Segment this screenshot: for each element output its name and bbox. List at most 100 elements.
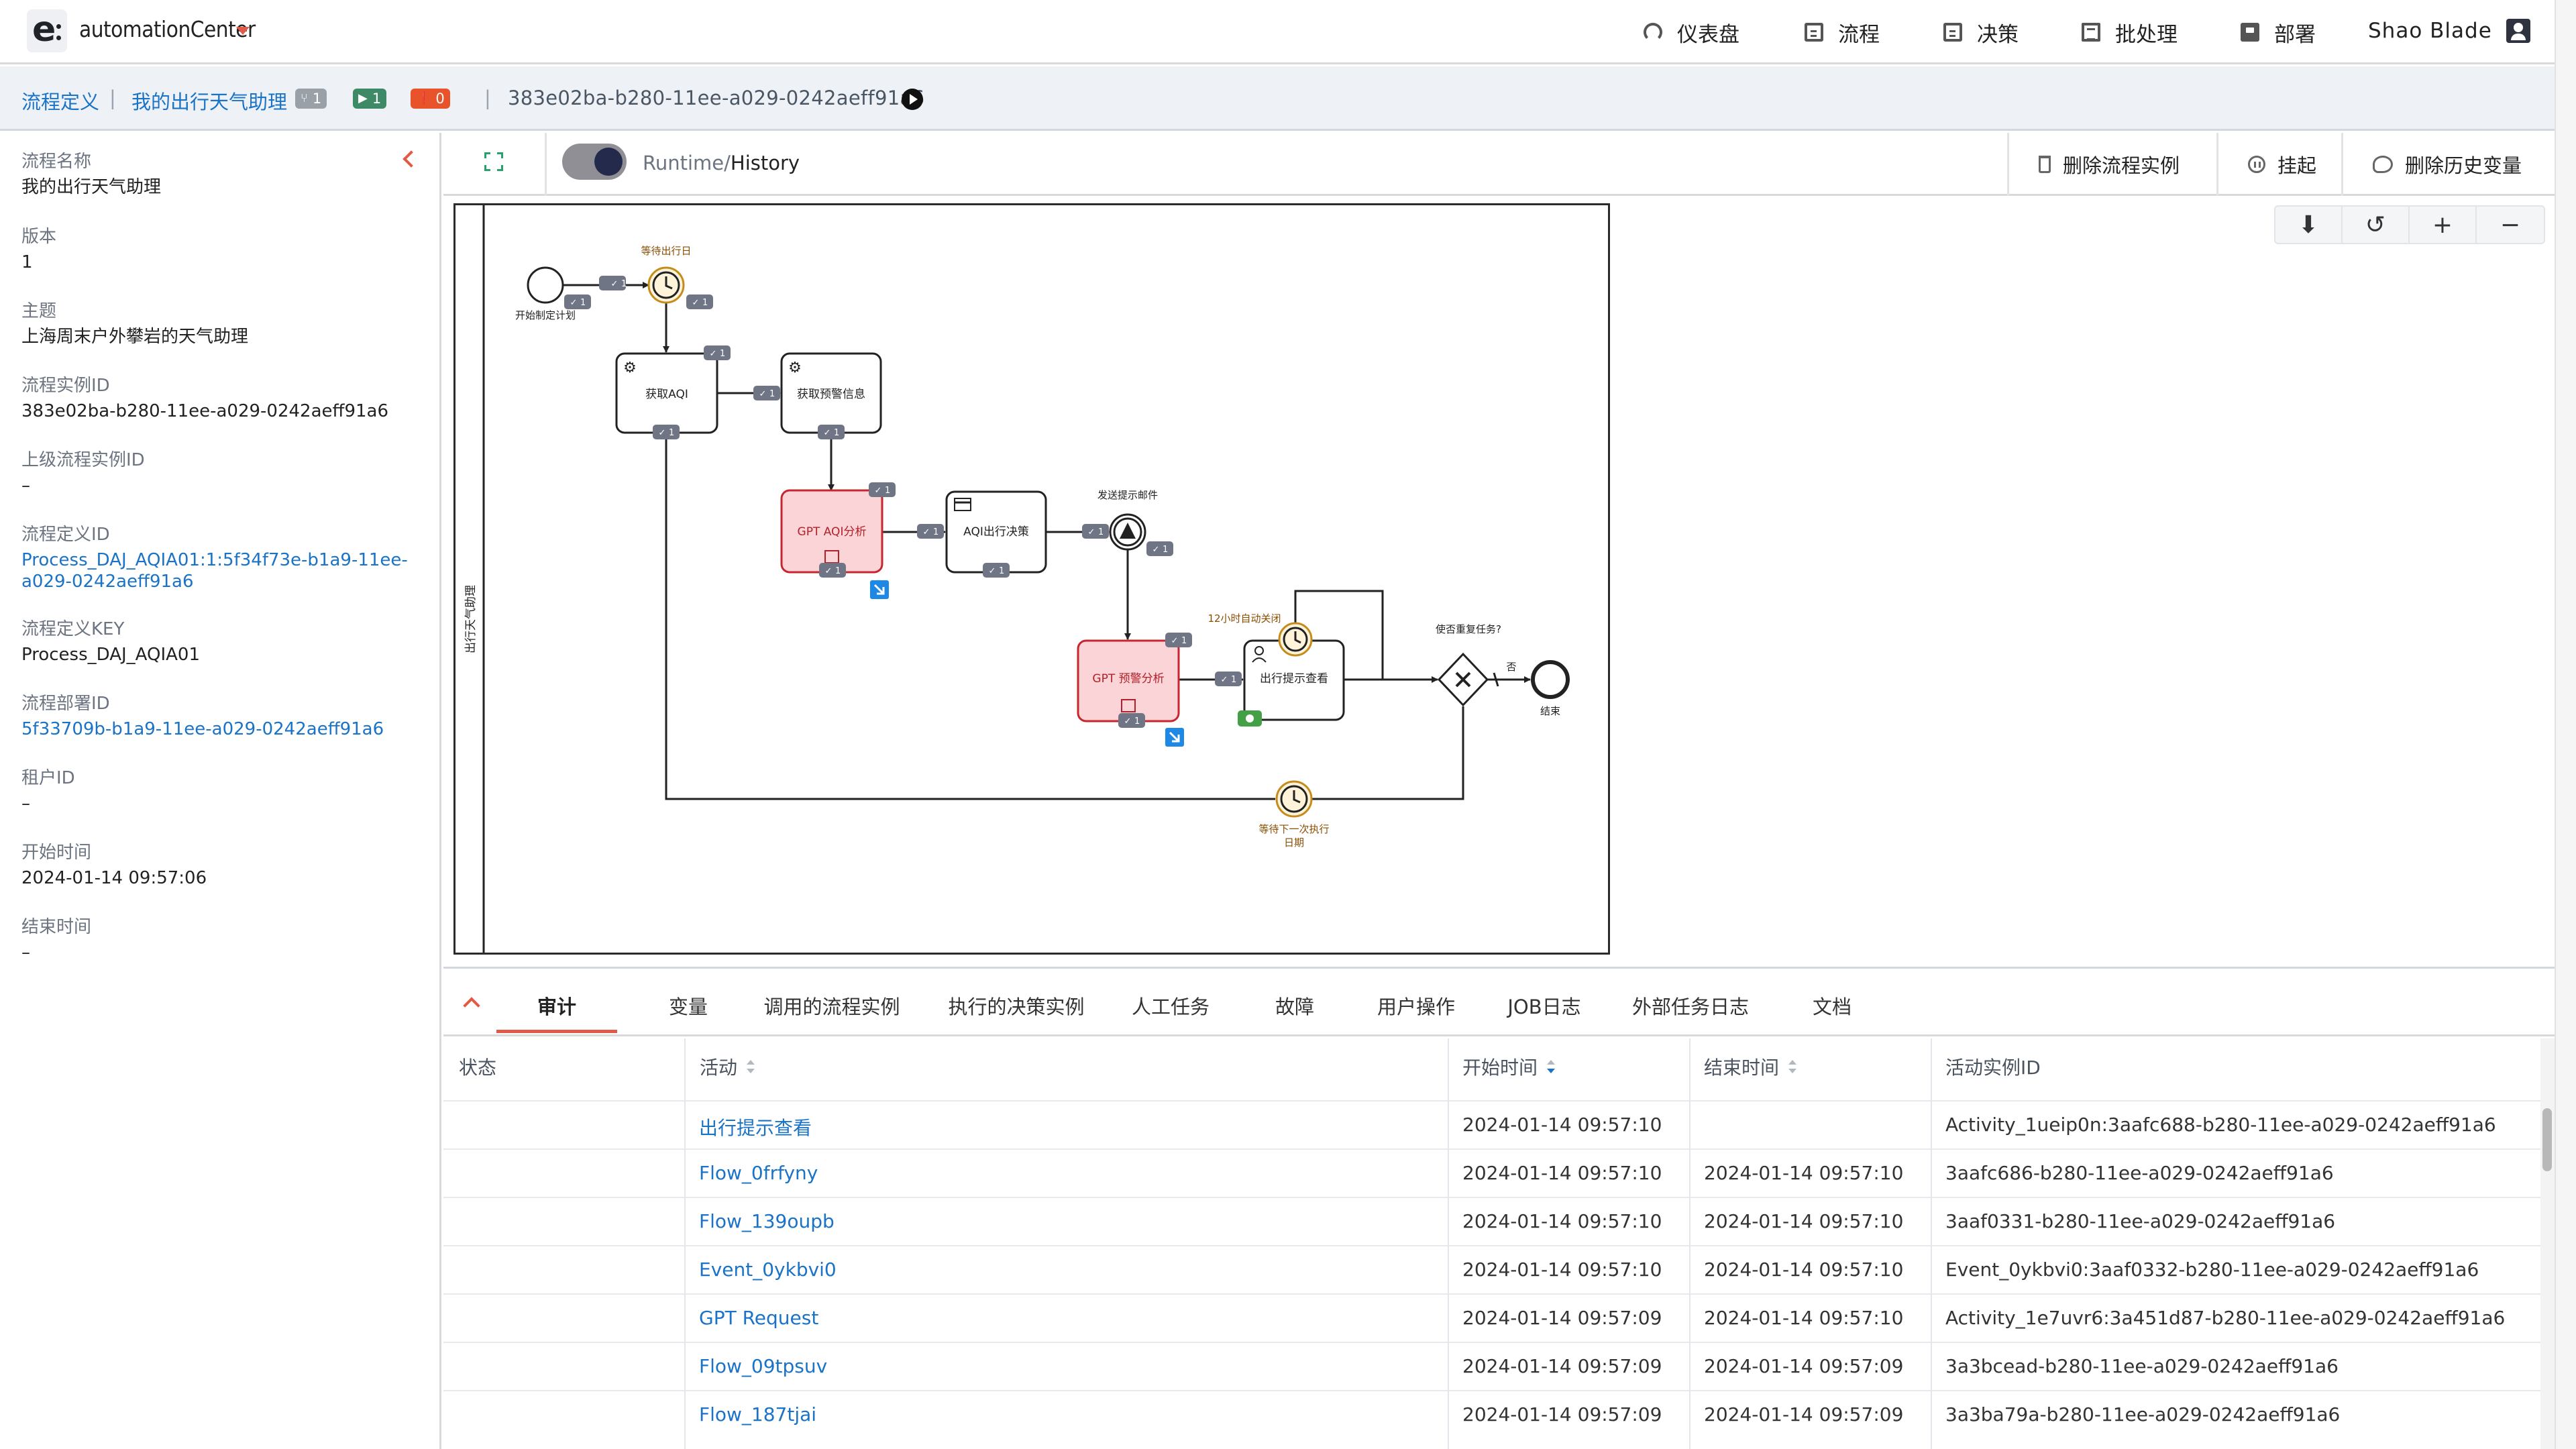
svg-text:✓: ✓ — [659, 428, 666, 438]
table-scroll-thumb[interactable] — [2542, 1108, 2552, 1171]
suspend-button[interactable]: 挂起 — [2216, 133, 2341, 196]
activity-instance-id-cell: 3a3ba79a-b280-11ee-a029-0242aeff91a6 — [1945, 1403, 2341, 1426]
zoom-in-button[interactable]: + — [2410, 207, 2477, 243]
col-header-activity[interactable]: 活动 — [700, 1053, 755, 1080]
delete-history-vars-button[interactable]: 删除历史变量 — [2341, 133, 2555, 196]
reset-zoom-button[interactable]: ↺ — [2343, 207, 2410, 243]
breadcrumb-process[interactable]: 我的出行天气助理 — [131, 87, 287, 115]
app-logo[interactable]: e — [27, 9, 67, 52]
svg-text:1: 1 — [933, 527, 938, 537]
count-badge: ✓ 1 — [1118, 713, 1145, 728]
app-name[interactable]: automationCenter — [79, 16, 256, 42]
tab-incidents[interactable]: 故障 — [1261, 986, 1328, 1033]
collapse-panel-chevron-icon[interactable] — [402, 150, 420, 168]
svg-text:1: 1 — [835, 566, 841, 576]
nav-decision[interactable]: 决策 — [1943, 17, 2019, 47]
pause-icon — [2248, 156, 2265, 173]
activity-link[interactable]: 出行提示查看 — [699, 1114, 812, 1140]
gateway-label: 使否重复任务? — [1436, 623, 1501, 635]
definition-id-link-cont[interactable]: a029-0242aeff91a6 — [21, 571, 408, 592]
nav-dashboard[interactable]: 仪表盘 — [1644, 17, 1739, 47]
col-header-status: 状态 — [459, 1057, 497, 1079]
svg-text:1: 1 — [580, 298, 586, 308]
activity-link[interactable]: Flow_09tpsuv — [699, 1355, 827, 1377]
svg-text:1: 1 — [769, 389, 775, 399]
svg-text:✓: ✓ — [825, 566, 833, 576]
end-time-cell: 2024-01-14 09:57:09 — [1704, 1355, 1904, 1377]
tab-variables[interactable]: 变量 — [648, 986, 729, 1033]
breadcrumb-separator: | — [484, 87, 491, 109]
detail-end-time: 结束时间 – — [21, 917, 92, 963]
task-get-aqi-label: 获取AQI — [645, 388, 688, 401]
col-header-start-time[interactable]: 开始时间 — [1462, 1053, 1556, 1080]
user-account-icon[interactable] — [2506, 19, 2530, 43]
tab-called-instances[interactable]: 调用的流程实例 — [758, 986, 906, 1033]
svg-text:1: 1 — [669, 428, 674, 438]
activity-link[interactable]: Flow_139oupb — [699, 1210, 835, 1232]
start-event[interactable] — [527, 266, 564, 304]
count-badge: ✓ 1 — [564, 294, 591, 309]
tab-user-tasks[interactable]: 人工任务 — [1127, 986, 1214, 1033]
end-time-cell: 2024-01-14 09:57:10 — [1704, 1162, 1904, 1184]
bpmn-diagram[interactable]: 出行天气助理 开始制定计划 等待出行日 ⚙ 获取AQI ⚙ 获取预警信息 GPT… — [453, 203, 1610, 955]
activity-link[interactable]: Flow_187tjai — [699, 1403, 816, 1426]
activity-link[interactable]: Flow_0frfyny — [699, 1162, 818, 1184]
activity-link[interactable]: GPT Request — [699, 1307, 818, 1329]
breadcrumb-root[interactable]: 流程定义 — [21, 87, 99, 115]
tab-job-log[interactable]: JOB日志 — [1497, 986, 1591, 1033]
app-switch-caret-icon[interactable] — [236, 27, 250, 35]
page-scrollbar[interactable] — [2555, 0, 2576, 1449]
activity-instance-id-cell: Activity_1ueip0n:3aafc688-b280-11ee-a029… — [1945, 1114, 2496, 1136]
deployment-id-link[interactable]: 5f33709b-b1a9-11ee-a029-0242aeff91a6 — [21, 718, 384, 740]
download-diagram-button[interactable]: ⬇ — [2275, 207, 2343, 243]
table-row: Flow_187tjai 2024-01-14 09:57:09 2024-01… — [443, 1390, 2540, 1438]
zoom-in-icon: + — [2432, 211, 2453, 239]
user-name[interactable]: Shao Blade — [2368, 19, 2492, 43]
nav-process[interactable]: 流程 — [1805, 17, 1880, 47]
table-row: Flow_09tpsuv 2024-01-14 09:57:09 2024-01… — [443, 1342, 2540, 1390]
play-instance-button[interactable] — [902, 89, 923, 110]
delete-instance-button[interactable]: 删除流程实例 — [2007, 133, 2216, 196]
tab-decision-instances[interactable]: 执行的决策实例 — [943, 986, 1090, 1033]
task-view-tips-label: 出行提示查看 — [1260, 672, 1328, 686]
activity-instance-id-cell: 3aaf0331-b280-11ee-a029-0242aeff91a6 — [1945, 1210, 2336, 1232]
svg-text:1: 1 — [720, 349, 725, 359]
nav-deploy[interactable]: 部署 — [2241, 17, 2316, 47]
col-header-end-time[interactable]: 结束时间 — [1704, 1053, 1797, 1080]
start-time-cell: 2024-01-14 09:57:10 — [1462, 1114, 1662, 1136]
badge-running[interactable]: ▶ 1 — [353, 89, 387, 109]
definition-id-link[interactable]: Process_DAJ_AQIA01:1:5f34f73e-b1a9-11ee- — [21, 549, 408, 571]
count-badge: ✓ 1 — [1146, 541, 1173, 556]
decision-doc-icon — [1943, 23, 1962, 42]
sort-icon[interactable] — [1788, 1060, 1797, 1073]
activity-link[interactable]: Event_0ykbvi0 — [699, 1258, 837, 1281]
table-scrollbar[interactable] — [2540, 1038, 2555, 1449]
zoom-out-button[interactable]: − — [2477, 207, 2544, 243]
end-event[interactable] — [1531, 660, 1570, 699]
nav-batch[interactable]: 批处理 — [2082, 17, 2178, 47]
svg-text:✓: ✓ — [923, 527, 930, 537]
detail-instance-id: 流程实例ID 383e02ba-b280-11ee-a029-0242aeff9… — [21, 376, 389, 421]
count-badge: ✓ 1 — [704, 345, 731, 360]
end-event-label: 结束 — [1540, 705, 1560, 717]
task-aqi-decision-label: AQI出行决策 — [963, 525, 1029, 539]
sort-icon[interactable] — [747, 1060, 755, 1073]
runtime-history-toggle[interactable] — [562, 144, 627, 180]
nav-label: 仪表盘 — [1677, 22, 1739, 47]
start-time-cell: 2024-01-14 09:57:09 — [1462, 1355, 1662, 1377]
diagram-zoom-controls: ⬇ ↺ + − — [2274, 205, 2545, 244]
fullscreen-icon[interactable] — [484, 152, 503, 171]
detail-parent-instance-id: 上级流程实例ID – — [21, 450, 145, 496]
sort-desc-icon[interactable] — [1547, 1060, 1556, 1073]
tab-external-task-log[interactable]: 外部任务日志 — [1623, 986, 1758, 1033]
deploy-icon — [2241, 23, 2259, 42]
tab-documents[interactable]: 文档 — [1802, 986, 1862, 1033]
tab-user-operations[interactable]: 用户操作 — [1373, 986, 1460, 1033]
detail-tenant-id: 租户ID – — [21, 768, 75, 814]
process-doc-icon — [1805, 23, 1823, 42]
badge-versions[interactable]: ⑂ 1 — [295, 89, 327, 109]
count-badge: ✓ 1 — [1165, 633, 1192, 647]
logo-letter: e — [32, 9, 56, 50]
tab-audit[interactable]: 审计 — [496, 986, 617, 1033]
badge-errors[interactable]: ❗ 0 — [411, 89, 450, 109]
